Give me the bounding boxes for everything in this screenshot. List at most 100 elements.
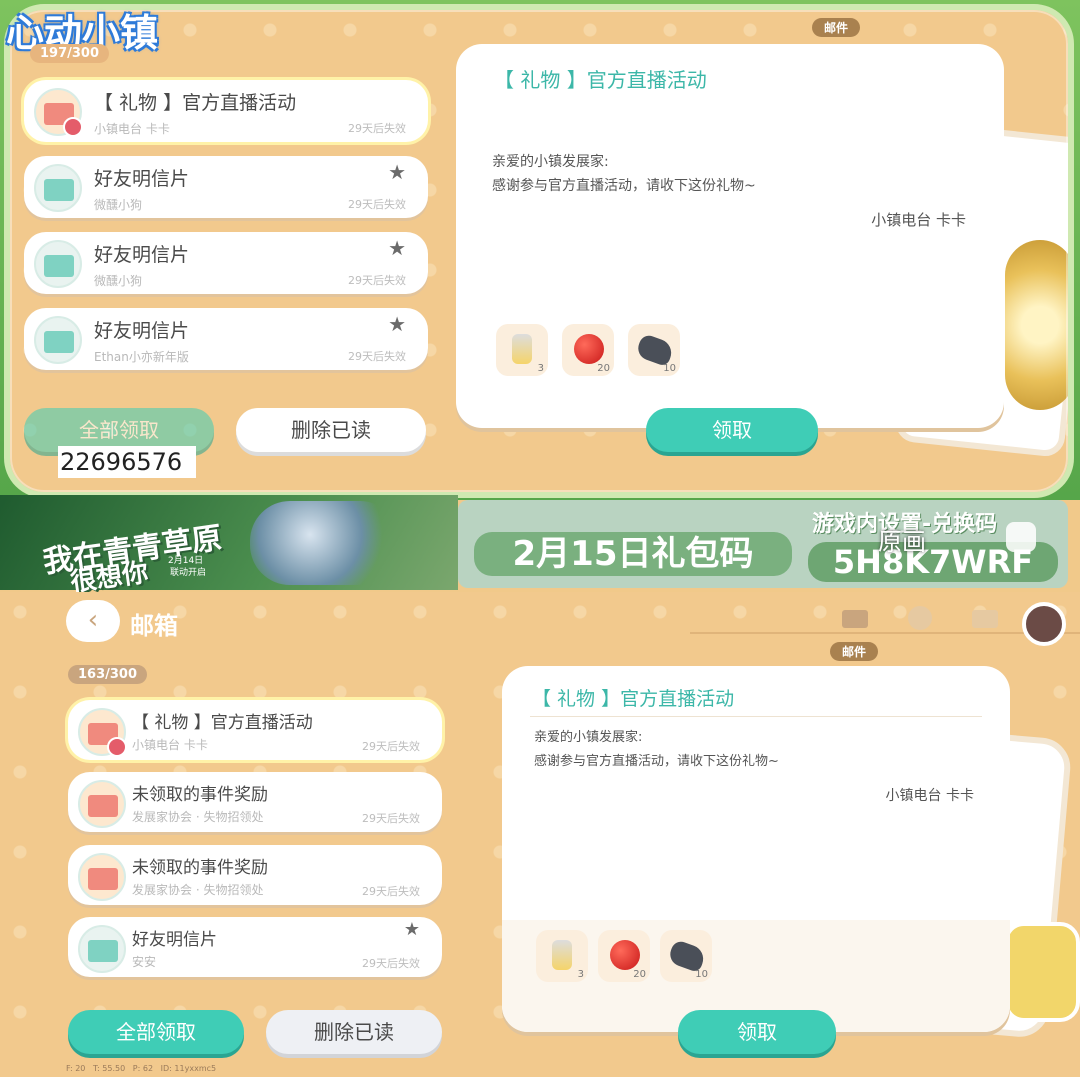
lock-badge-icon [63, 117, 83, 137]
gift-count: 10 [695, 969, 708, 980]
mailbox-icon [1004, 922, 1080, 1022]
envelope-icon [78, 708, 127, 757]
mail-title: 未领取的事件奖励 [132, 858, 268, 878]
jar-icon [512, 334, 532, 364]
gift-item-jar[interactable]: 3 [536, 930, 588, 982]
mail-expire: 29天后失效 [348, 122, 406, 135]
back-button[interactable]: ‹ [66, 600, 120, 642]
mail-count: 197/300 [30, 44, 110, 63]
gift-item-apple[interactable]: 20 [562, 324, 614, 376]
profile-icon[interactable] [1022, 602, 1066, 646]
envelope-icon [78, 780, 126, 828]
mail-item-3[interactable]: 好友明信片 安安 29天后失效 ★ [68, 917, 442, 977]
title-divider [530, 716, 982, 717]
mail-count: 163/300 [68, 665, 148, 684]
postcard-icon [34, 316, 82, 364]
mail-item-1[interactable]: 未领取的事件奖励 发展家协会 · 失物招领处 29天后失效 [68, 772, 442, 832]
mail-body: 感谢参与官方直播活动，请收下这份礼物~ [534, 754, 779, 769]
gift-count: 3 [577, 969, 584, 980]
gift-count: 20 [597, 363, 610, 374]
delete-read-button[interactable]: 删除已读 [236, 408, 426, 452]
gift-count: 20 [633, 969, 646, 980]
mail-detail-title: 【 礼物 】官方直播活动 [494, 68, 707, 92]
overlay-number: 22696576 [58, 446, 196, 478]
mail-icon[interactable] [842, 610, 868, 628]
mail-sender: Ethan小亦新年版 [94, 350, 189, 364]
mail-title: 好友明信片 [94, 244, 190, 266]
mail-detail-title: 【 礼物 】官方直播活动 [532, 688, 735, 710]
decor-wreath-icon [1005, 240, 1068, 410]
mail-signature: 小镇电台 卡卡 [885, 788, 974, 804]
postcard-icon [34, 240, 82, 288]
mail-expire: 29天后失效 [348, 274, 406, 287]
envelope-icon [34, 88, 83, 137]
gift-item-stone[interactable]: 10 [628, 324, 680, 376]
page-title: 邮箱 [130, 612, 178, 640]
mail-title: 【 礼物 】官方直播活动 [94, 92, 297, 114]
lock-badge-icon [107, 737, 127, 757]
mail-expire: 29天后失效 [362, 957, 420, 970]
mail-body: 感谢参与官方直播活动，请收下这份礼物~ [492, 178, 756, 194]
star-icon[interactable]: ★ [404, 919, 420, 940]
mail-sender: 发展家协会 · 失物招领处 [132, 883, 264, 897]
mail-title: 好友明信片 [94, 320, 190, 342]
characters-illustration [250, 501, 400, 585]
mail-sender: 安安 [132, 955, 157, 969]
mail-detail-panel: 【 礼物 】官方直播活动 亲爱的小镇发展家: 感谢参与官方直播活动，请收下这份礼… [456, 44, 1004, 428]
mail-item-2[interactable]: 好友明信片 微醺小狗 29天后失效 ★ [24, 232, 428, 294]
mail-expire: 29天后失效 [348, 198, 406, 211]
mail-title: 【 礼物 】官方直播活动 [132, 713, 313, 733]
star-icon[interactable]: ★ [388, 312, 406, 336]
apple-icon [610, 940, 640, 970]
promo-banner-left: 我在青青草原 很想你 2月14日 联动开启 [0, 495, 458, 598]
mail-expire: 29天后失效 [362, 812, 420, 825]
mail-sender: 小镇电台 卡卡 [94, 122, 170, 136]
mail-greeting: 亲爱的小镇发展家: [534, 730, 643, 745]
gift-count: 3 [537, 363, 544, 374]
claim-button[interactable]: 领取 [646, 408, 818, 452]
postcard-icon [78, 925, 126, 973]
original-label: 原画 [878, 528, 926, 556]
postcard-icon [34, 164, 82, 212]
banner-date-note: 联动开启 [170, 568, 207, 578]
mail-tag: 邮件 [812, 18, 861, 37]
apple-icon [574, 334, 604, 364]
mail-item-1[interactable]: 好友明信片 微醺小狗 29天后失效 ★ [24, 156, 428, 218]
gift-item-jar[interactable]: 3 [496, 324, 548, 376]
claim-all-button[interactable]: 全部领取 [68, 1010, 244, 1054]
claim-button[interactable]: 领取 [678, 1010, 836, 1054]
mail-detail-panel: 【 礼物 】官方直播活动 亲爱的小镇发展家: 感谢参与官方直播活动，请收下这份礼… [502, 666, 1010, 1032]
mail-item-2[interactable]: 未领取的事件奖励 发展家协会 · 失物招领处 29天后失效 [68, 845, 442, 905]
mail-signature: 小镇电台 卡卡 [871, 211, 966, 229]
debug-info: F: 20 T: 55.50 P: 62 ID: 11yxxmc5 [66, 1064, 217, 1073]
mail-expire: 29天后失效 [362, 885, 420, 898]
mail-favorite-icon[interactable] [972, 610, 998, 628]
mail-item-0[interactable]: 【 礼物 】官方直播活动 小镇电台 卡卡 29天后失效 [24, 80, 428, 142]
star-icon[interactable]: ★ [388, 236, 406, 260]
mail-item-0[interactable]: 【 礼物 】官方直播活动 小镇电台 卡卡 29天后失效 [68, 700, 442, 760]
envelope-icon [78, 853, 126, 901]
mail-title: 好友明信片 [132, 930, 217, 950]
mail-sender: 微醺小狗 [94, 274, 143, 288]
star-icon[interactable]: ★ [388, 160, 406, 184]
add-friend-icon[interactable] [908, 606, 932, 630]
delete-read-button[interactable]: 删除已读 [266, 1010, 442, 1054]
gift-code-title: 2月15日礼包码 [474, 532, 792, 576]
mail-item-3[interactable]: 好友明信片 Ethan小亦新年版 29天后失效 ★ [24, 308, 428, 370]
gift-item-apple[interactable]: 20 [598, 930, 650, 982]
mail-greeting: 亲爱的小镇发展家: [492, 154, 609, 170]
mail-sender: 发展家协会 · 失物招领处 [132, 810, 264, 824]
gift-count: 10 [663, 363, 676, 374]
mail-sender: 小镇电台 卡卡 [132, 738, 208, 752]
mail-tag: 邮件 [830, 642, 879, 661]
mail-sender: 微醺小狗 [94, 198, 143, 212]
stone-icon [666, 938, 708, 974]
mail-expire: 29天后失效 [362, 740, 420, 753]
expand-icon[interactable] [1006, 522, 1036, 552]
mail-title: 好友明信片 [94, 168, 190, 190]
jar-icon [552, 940, 572, 970]
mail-expire: 29天后失效 [348, 350, 406, 363]
mail-title: 未领取的事件奖励 [132, 785, 268, 805]
stone-icon [634, 332, 676, 368]
gift-item-stone[interactable]: 10 [660, 930, 712, 982]
